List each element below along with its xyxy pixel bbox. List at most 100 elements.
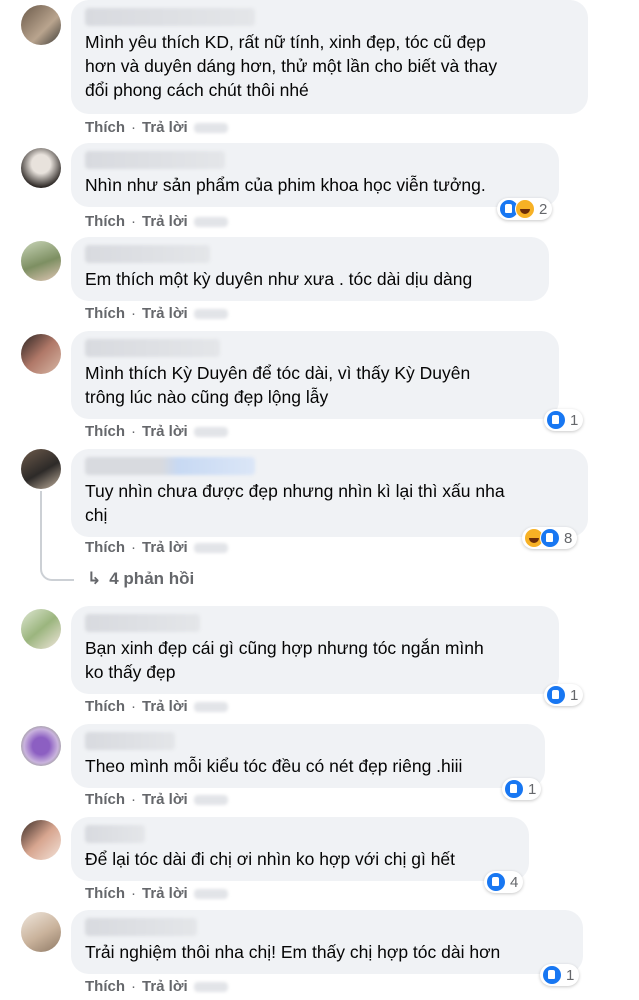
reply-button[interactable]: Trả lời (142, 212, 188, 232)
separator: · (131, 791, 136, 808)
like-button[interactable]: Thích (85, 538, 125, 558)
comment-text: Tuy nhìn chưa được đẹp nhưng nhìn kì lại… (85, 481, 505, 525)
separator: · (131, 978, 136, 995)
author-name-blurred[interactable] (85, 339, 220, 357)
like-button[interactable]: Thích (85, 697, 125, 717)
like-button[interactable]: Thích (85, 977, 125, 997)
like-reaction-icon (486, 872, 506, 892)
author-name-blurred[interactable] (85, 8, 255, 26)
reaction-count: 1 (566, 966, 575, 984)
author-name-blurred[interactable] (85, 732, 175, 750)
reaction-count: 2 (539, 200, 548, 218)
reply-button[interactable]: Trả lời (142, 118, 188, 138)
reply-button[interactable]: Trả lời (142, 422, 188, 442)
author-name-blurred[interactable] (85, 245, 210, 263)
reply-button[interactable]: Trả lời (142, 538, 188, 558)
comment-bubble: Theo mình mỗi kiểu tóc đều có nét đẹp ri… (71, 724, 545, 788)
comment-actions: Thích · Trả lời (85, 977, 228, 997)
comment-actions: Thích · Trả lời (85, 304, 228, 324)
author-name-blurred[interactable] (85, 614, 200, 632)
reply-button[interactable]: Trả lời (142, 977, 188, 997)
comment-text: Bạn xinh đẹp cái gì cũng hợp nhưng tóc n… (85, 638, 484, 682)
reply-button[interactable]: Trả lời (142, 790, 188, 810)
reply-button[interactable]: Trả lời (142, 884, 188, 904)
comment-bubble: Trải nghiệm thôi nha chị! Em thấy chị hợ… (71, 910, 583, 974)
timestamp-blurred[interactable] (193, 427, 228, 438)
comment-actions: Thích · Trả lời (85, 790, 228, 810)
like-button[interactable]: Thích (85, 118, 125, 138)
view-replies-link[interactable]: ↳ 4 phản hồi (87, 569, 194, 589)
reaction-summary[interactable]: 4 (484, 871, 524, 893)
timestamp-blurred[interactable] (193, 123, 228, 134)
timestamp-blurred[interactable] (193, 889, 228, 900)
thread-line (40, 491, 74, 581)
comment-bubble: Tuy nhìn chưa được đẹp nhưng nhìn kì lại… (71, 449, 588, 537)
comment-actions: Thích · Trả lời (85, 118, 228, 138)
avatar[interactable] (21, 334, 61, 374)
comment-actions: Thích · Trả lời (85, 212, 228, 232)
comment-text: Nhìn như sản phẩm của phim khoa học viễn… (85, 175, 486, 195)
like-button[interactable]: Thích (85, 304, 125, 324)
timestamp-blurred[interactable] (193, 217, 228, 228)
avatar[interactable] (21, 241, 61, 281)
like-button[interactable]: Thích (85, 212, 125, 232)
avatar[interactable] (21, 726, 61, 766)
reaction-summary[interactable]: 1 (502, 778, 542, 800)
avatar[interactable] (21, 820, 61, 860)
comment-bubble: Để lại tóc dài đi chị ơi nhìn ko hợp với… (71, 817, 529, 881)
reply-button[interactable]: Trả lời (142, 304, 188, 324)
author-name-blurred[interactable] (85, 918, 197, 936)
separator: · (131, 119, 136, 136)
separator: · (131, 698, 136, 715)
reaction-summary[interactable]: 2 (497, 198, 553, 220)
avatar[interactable] (21, 912, 61, 952)
author-name-blurred[interactable] (85, 457, 255, 475)
like-reaction-icon (546, 410, 566, 430)
reaction-count: 1 (570, 411, 579, 429)
comment-bubble: Bạn xinh đẹp cái gì cũng hợp nhưng tóc n… (71, 606, 559, 694)
reaction-summary[interactable]: 1 (540, 964, 580, 986)
comment-text: Em thích một kỳ duyên như xưa . tóc dài … (85, 269, 473, 289)
author-name-blurred[interactable] (85, 151, 225, 169)
separator: · (131, 213, 136, 230)
comment-text: Trải nghiệm thôi nha chị! Em thấy chị hợ… (85, 942, 501, 962)
timestamp-blurred[interactable] (193, 702, 228, 713)
author-name-blurred[interactable] (85, 825, 145, 843)
reply-button[interactable]: Trả lời (142, 697, 188, 717)
haha-reaction-icon (515, 199, 535, 219)
reaction-summary[interactable]: 1 (544, 684, 584, 706)
like-reaction-icon (542, 965, 562, 985)
like-reaction-icon (540, 528, 560, 548)
separator: · (131, 539, 136, 556)
reply-arrow-icon: ↳ (87, 569, 102, 588)
like-button[interactable]: Thích (85, 790, 125, 810)
reaction-count: 1 (528, 780, 537, 798)
like-reaction-icon (504, 779, 524, 799)
timestamp-blurred[interactable] (193, 795, 228, 806)
avatar[interactable] (21, 449, 61, 489)
replies-count-label: 4 phản hồi (109, 569, 195, 588)
comment-text: Mình yêu thích KD, rất nữ tính, xinh đẹp… (85, 32, 498, 100)
avatar[interactable] (21, 5, 61, 45)
reaction-count: 4 (510, 873, 519, 891)
reaction-summary[interactable]: 1 (544, 409, 584, 431)
like-reaction-icon (546, 685, 566, 705)
avatar[interactable] (21, 148, 61, 188)
comment-bubble: Nhìn như sản phẩm của phim khoa học viễn… (71, 143, 559, 207)
like-button[interactable]: Thích (85, 884, 125, 904)
comment-text: Mình thích Kỳ Duyên để tóc dài, vì thấy … (85, 363, 471, 407)
comment-text: Để lại tóc dài đi chị ơi nhìn ko hợp với… (85, 849, 456, 869)
separator: · (131, 885, 136, 902)
reaction-count: 1 (570, 686, 579, 704)
comment-actions: Thích · Trả lời (85, 697, 228, 717)
timestamp-blurred[interactable] (193, 309, 228, 320)
comment-bubble: Em thích một kỳ duyên như xưa . tóc dài … (71, 237, 549, 301)
like-button[interactable]: Thích (85, 422, 125, 442)
timestamp-blurred[interactable] (193, 982, 228, 993)
separator: · (131, 423, 136, 440)
avatar[interactable] (21, 609, 61, 649)
timestamp-blurred[interactable] (193, 543, 228, 554)
reaction-summary[interactable]: 8 (522, 527, 578, 549)
comment-bubble: Mình thích Kỳ Duyên để tóc dài, vì thấy … (71, 331, 559, 419)
comment-bubble: Mình yêu thích KD, rất nữ tính, xinh đẹp… (71, 0, 588, 114)
